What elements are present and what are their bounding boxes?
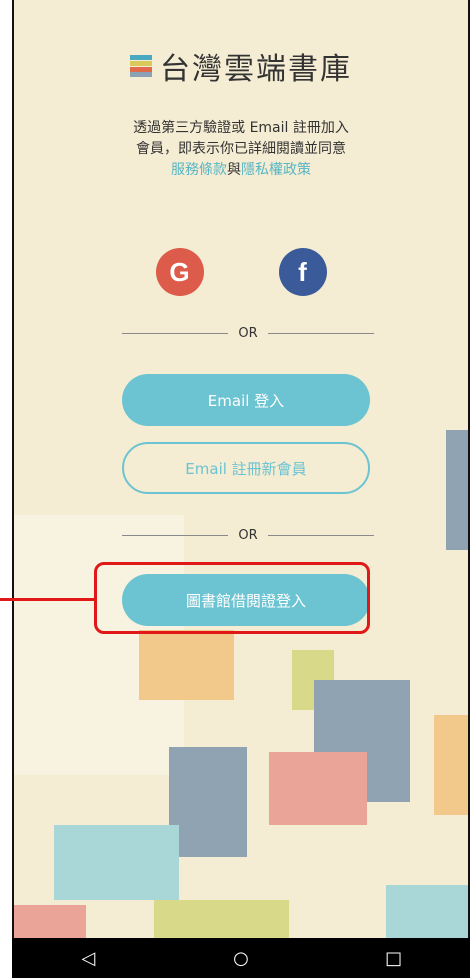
google-login-button[interactable]: G — [155, 248, 204, 296]
app-header: 台灣雲端書庫 — [14, 44, 468, 88]
deco-block — [154, 900, 289, 938]
terms-notice: 透過第三方驗證或 Email 註冊加入 會員，即表示你已詳細閱讀並同意 服務條款… — [14, 118, 468, 181]
and-text: 與 — [227, 162, 241, 178]
deco-block — [269, 752, 367, 825]
divider-line — [267, 333, 375, 334]
divider-line — [122, 535, 229, 536]
facebook-icon: f — [298, 256, 307, 287]
home-icon[interactable]: ○ — [227, 948, 255, 969]
or-divider: OR — [122, 326, 375, 341]
app-logo-icon — [130, 55, 152, 77]
highlight-box — [94, 562, 370, 634]
back-icon[interactable]: ◁ — [74, 948, 102, 969]
system-nav-bar: ◁ ○ □ — [12, 938, 470, 978]
social-login-row: G f — [14, 248, 468, 296]
email-login-button[interactable]: Email 登入 — [122, 374, 370, 426]
deco-block — [386, 885, 468, 938]
divider-line — [267, 535, 375, 536]
deco-block — [446, 430, 468, 550]
notice-links: 服務條款與隱私權政策 — [14, 160, 468, 181]
recents-icon[interactable]: □ — [380, 948, 408, 969]
deco-block — [139, 630, 234, 700]
notice-line-1: 透過第三方驗證或 Email 註冊加入 — [133, 120, 349, 136]
terms-link[interactable]: 服務條款 — [171, 162, 227, 178]
privacy-link[interactable]: 隱私權政策 — [241, 162, 311, 178]
or-label: OR — [238, 326, 258, 341]
or-divider: OR — [122, 528, 375, 543]
pointer-arrow — [0, 598, 96, 601]
notice-line-2: 會員，即表示你已詳細閱讀並同意 — [136, 141, 346, 157]
facebook-login-button[interactable]: f — [278, 248, 327, 296]
divider-line — [122, 333, 229, 334]
google-icon: G — [169, 256, 190, 287]
app-title: 台灣雲端書庫 — [160, 52, 352, 87]
deco-block — [169, 747, 247, 857]
deco-block — [14, 905, 86, 938]
app-screen: 台灣雲端書庫 透過第三方驗證或 Email 註冊加入 會員，即表示你已詳細閱讀並… — [12, 0, 470, 938]
email-register-button[interactable]: Email 註冊新會員 — [122, 442, 370, 494]
deco-block — [434, 715, 468, 815]
deco-block — [54, 825, 179, 900]
or-label: OR — [238, 528, 258, 543]
